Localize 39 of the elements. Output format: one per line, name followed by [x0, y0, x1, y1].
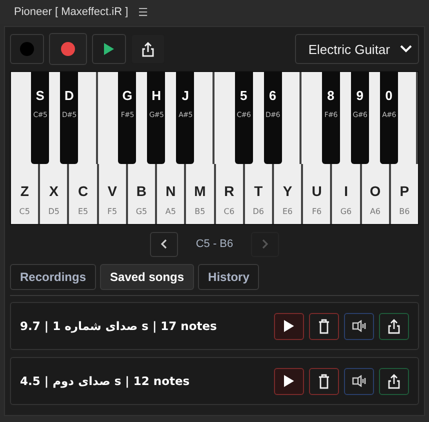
chevron-left-icon	[160, 239, 168, 249]
tab[interactable]: Recordings	[10, 264, 96, 290]
song-info: صدای شماره 1 | 9.7 s | 17 notes	[20, 319, 217, 333]
play-icon	[283, 319, 295, 333]
instrument-select[interactable]: Electric Guitar	[295, 34, 419, 64]
dot-icon	[19, 41, 35, 57]
menu-icon[interactable]: ☰	[138, 6, 148, 18]
record-button[interactable]	[49, 33, 87, 65]
share-icon	[141, 41, 155, 57]
piano-key[interactable]: O A6	[362, 164, 391, 224]
trash-icon	[318, 374, 330, 388]
record-icon	[60, 41, 76, 57]
share-button[interactable]	[131, 34, 165, 64]
speaker-icon	[352, 375, 366, 387]
speaker-button[interactable]	[344, 368, 374, 394]
play-button[interactable]	[92, 34, 126, 64]
trash-icon	[318, 318, 330, 334]
share-icon	[387, 318, 401, 334]
speaker-icon	[352, 320, 366, 332]
share-icon	[387, 373, 401, 389]
window-title: Pioneer [ Maxeffect.iR ]	[14, 6, 128, 18]
play-button[interactable]	[274, 312, 304, 340]
piano-key[interactable]: V F5	[98, 164, 128, 224]
share-button[interactable]	[379, 312, 409, 340]
song-info: صدای دوم | 4.5 s | 12 notes	[20, 374, 190, 388]
play-icon	[103, 42, 115, 56]
share-button[interactable]	[379, 368, 409, 394]
speaker-button[interactable]	[344, 312, 374, 340]
chevron-down-icon	[400, 45, 412, 53]
piano-key[interactable]: R C6	[216, 164, 245, 224]
play-icon	[283, 374, 295, 388]
play-button[interactable]	[274, 368, 304, 394]
tab[interactable]: Saved songs	[100, 264, 194, 290]
delete-button[interactable]	[309, 368, 339, 394]
previous-button[interactable]	[150, 232, 178, 256]
chevron-right-icon	[262, 239, 269, 249]
delete-button[interactable]	[309, 312, 339, 340]
range-label: C5 - B6	[196, 238, 234, 250]
tab[interactable]: History	[198, 264, 260, 290]
